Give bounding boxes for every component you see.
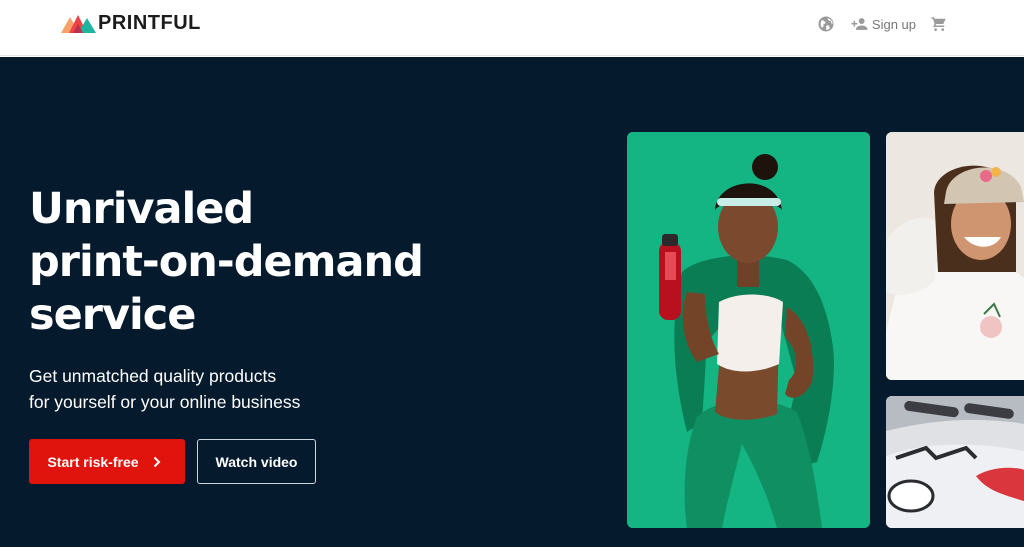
printful-logo[interactable]: PRINTFUL: [61, 12, 201, 34]
cap-photo-illustration: [886, 132, 1024, 380]
watch-video-button[interactable]: Watch video: [197, 439, 316, 484]
globe-icon[interactable]: [817, 15, 835, 33]
subhead-line: for yourself or your online business: [29, 391, 301, 412]
watch-video-label: Watch video: [215, 453, 298, 470]
signup-label: Sign up: [871, 16, 916, 32]
headline-line: Unrivaled: [29, 184, 254, 234]
start-risk-free-label: Start risk-free: [47, 453, 139, 470]
headline-line: service: [29, 290, 196, 340]
headline-line: print-on-demand: [29, 237, 424, 287]
hero-photo-embroidery: [886, 396, 1024, 528]
signup-link[interactable]: Sign up: [850, 17, 916, 32]
site-header: PRINTFUL Sign up: [0, 0, 1024, 56]
start-risk-free-button[interactable]: Start risk-free: [29, 439, 185, 484]
printful-logo-mark-icon: [61, 15, 96, 33]
chevron-right-icon: [153, 456, 160, 467]
header-actions: Sign up: [817, 14, 948, 34]
hero-section: Unrivaled print-on-demand service Get un…: [0, 57, 1024, 547]
hero-headline: Unrivaled print-on-demand service: [29, 183, 449, 342]
hero-subheading: Get unmatched quality products for yours…: [29, 364, 369, 415]
add-user-icon: [851, 18, 868, 30]
subhead-line: Get unmatched quality products: [29, 366, 277, 386]
hero-photo-cap: [886, 132, 1024, 380]
hero-photo-athlete: [627, 132, 870, 528]
brand-name: PRINTFUL: [98, 11, 201, 34]
cart-icon[interactable]: [930, 15, 948, 33]
athlete-photo-illustration: [627, 132, 870, 528]
embroidery-photo-illustration: [886, 396, 1024, 528]
